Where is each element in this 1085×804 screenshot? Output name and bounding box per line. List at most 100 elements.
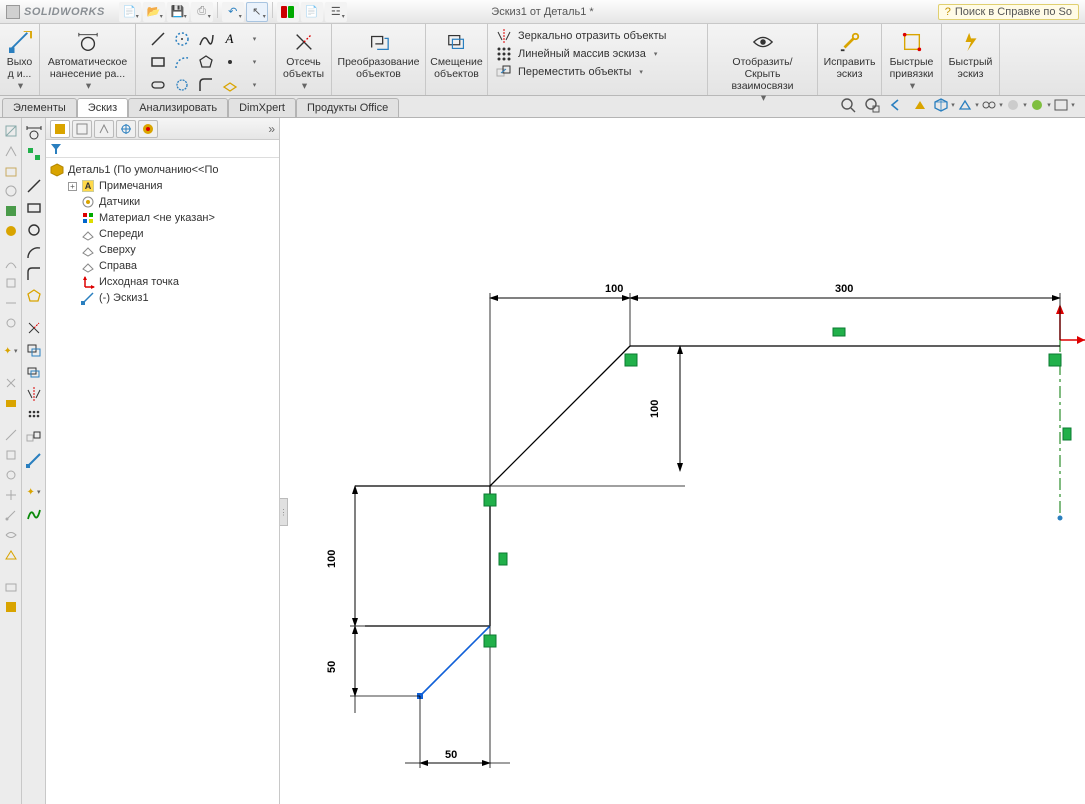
help-search[interactable]: ? Поиск в Справке по So	[938, 4, 1079, 20]
dimension-50-vert[interactable]: 50	[326, 613, 420, 713]
section-view-button[interactable]	[909, 95, 931, 115]
relation-marker[interactable]	[1049, 354, 1061, 366]
dd[interactable]: ▾	[242, 51, 265, 73]
rapid-sketch-button[interactable]: Быстрый эскиз	[946, 27, 996, 83]
fl-9[interactable]	[2, 294, 20, 312]
dimension-100-vert-mid[interactable]: 100	[490, 346, 685, 486]
fl-5[interactable]	[2, 202, 20, 220]
fl-10[interactable]	[2, 314, 20, 332]
zoom-area-button[interactable]	[861, 95, 883, 115]
graphics-viewport[interactable]: ⋮	[280, 118, 1085, 804]
move-entities-button[interactable]: Переместить объекты ▾	[494, 63, 645, 81]
tab-elements[interactable]: Элементы	[2, 98, 77, 117]
relation-marker[interactable]	[1063, 428, 1071, 440]
print-button[interactable]: ⎙▾	[191, 2, 213, 22]
relation-marker[interactable]	[833, 328, 845, 336]
zoom-fit-button[interactable]	[837, 95, 859, 115]
ml-line[interactable]	[24, 176, 44, 196]
rebuild-button[interactable]	[277, 2, 299, 22]
tree-annotations[interactable]: + A Примечания	[50, 178, 275, 194]
display-relations-button[interactable]: Отобразить/Скрыть взаимосвязи ▾	[714, 27, 811, 107]
ml-mirror[interactable]	[24, 384, 44, 404]
perimeter-circle-tool[interactable]	[170, 74, 193, 96]
ml-move[interactable]	[24, 428, 44, 448]
tree-material[interactable]: Материал <не указан>	[50, 210, 275, 226]
tab-office[interactable]: Продукты Office	[296, 98, 399, 117]
tree-top[interactable]: Сверху	[50, 242, 275, 258]
ml-fillet[interactable]	[24, 264, 44, 284]
circle-tool[interactable]	[170, 28, 193, 50]
offset-entities-button[interactable]: Смещение объектов	[427, 27, 486, 83]
fl-4[interactable]	[2, 182, 20, 200]
fl-22[interactable]	[2, 598, 20, 616]
polygon-tool[interactable]	[194, 51, 217, 73]
fl-14[interactable]	[2, 426, 20, 444]
smart-dimension-button[interactable]: Автоматическое нанесение ра... ▾	[45, 27, 130, 95]
previous-view-button[interactable]	[885, 95, 907, 115]
select-button[interactable]: ↖▾	[246, 2, 268, 22]
fm-more-tabs[interactable]: »	[268, 122, 275, 136]
open-button[interactable]: 📂▾	[143, 2, 165, 22]
fl-8[interactable]	[2, 274, 20, 292]
options-button[interactable]: 📄	[301, 2, 323, 22]
ml-offset[interactable]	[24, 362, 44, 382]
fl-3[interactable]	[2, 162, 20, 180]
tab-sketch[interactable]: Эскиз	[77, 98, 128, 117]
dd[interactable]: ▾	[242, 28, 265, 50]
fm-tab-config[interactable]	[94, 120, 114, 138]
dd[interactable]: ▾	[242, 74, 265, 96]
fm-tab-render[interactable]	[138, 120, 158, 138]
ml-display[interactable]: ✦▾	[24, 482, 44, 502]
view-settings-button[interactable]: ▾	[1053, 95, 1075, 115]
fl-21[interactable]	[2, 578, 20, 596]
dimension-100-vert-left[interactable]: 100	[326, 486, 365, 626]
relation-marker[interactable]	[484, 635, 496, 647]
fl-12[interactable]	[2, 374, 20, 392]
tab-analyze[interactable]: Анализировать	[128, 98, 228, 117]
relation-marker[interactable]	[625, 354, 637, 366]
view-orientation-button[interactable]: ▾	[933, 95, 955, 115]
properties-button[interactable]: ☲▾	[325, 2, 347, 22]
fl-7[interactable]	[2, 254, 20, 272]
fl-13[interactable]	[2, 394, 20, 412]
ml-sketch[interactable]	[24, 450, 44, 470]
point-tool[interactable]	[218, 51, 241, 73]
ml-rel[interactable]	[24, 144, 44, 164]
fl-15[interactable]	[2, 446, 20, 464]
dimension-50-horiz[interactable]: 50	[405, 749, 510, 763]
trim-entities-button[interactable]: Отсечь объекты ▾	[280, 27, 327, 95]
linear-pattern-button[interactable]: Линейный массив эскиза ▾	[494, 45, 659, 63]
mirror-entities-button[interactable]: Зеркально отразить объекты	[494, 27, 668, 45]
tree-sensors[interactable]: Датчики	[50, 194, 275, 210]
plane-tool[interactable]	[218, 74, 241, 96]
relation-marker[interactable]	[484, 494, 496, 506]
rectangle-tool[interactable]	[146, 51, 169, 73]
ml-trim[interactable]	[24, 318, 44, 338]
tree-front[interactable]: Спереди	[50, 226, 275, 242]
exit-sketch-button[interactable]: Выхо д и... ▾	[3, 27, 37, 95]
tree-expand-icon[interactable]: +	[68, 182, 77, 191]
scene-button[interactable]: ▾	[1029, 95, 1051, 115]
display-style-button[interactable]: ▾	[957, 95, 979, 115]
ml-poly[interactable]	[24, 286, 44, 306]
sketch-line[interactable]	[490, 346, 630, 486]
tree-root[interactable]: Деталь1 (По умолчанию<<По	[50, 162, 275, 178]
fl-16[interactable]	[2, 466, 20, 484]
tree-sketch1[interactable]: (-) Эскиз1	[50, 290, 275, 306]
line-tool[interactable]	[146, 28, 169, 50]
dimension-100-top[interactable]: 100	[490, 283, 630, 486]
undo-button[interactable]: ↶▾	[222, 2, 244, 22]
fl-19[interactable]	[2, 526, 20, 544]
fm-tab-property[interactable]	[72, 120, 92, 138]
fm-filter[interactable]	[46, 140, 279, 158]
ml-convert[interactable]	[24, 340, 44, 360]
ml-circle[interactable]	[24, 220, 44, 240]
fillet-tool[interactable]	[194, 74, 217, 96]
quick-snaps-button[interactable]: Быстрые привязки ▾	[887, 27, 937, 95]
fl-2[interactable]	[2, 142, 20, 160]
ml-spline2[interactable]	[24, 504, 44, 524]
ml-arc[interactable]	[24, 242, 44, 262]
slot-tool[interactable]	[146, 74, 169, 96]
spline-tool[interactable]	[194, 28, 217, 50]
new-doc-button[interactable]: 📄▾	[119, 2, 141, 22]
